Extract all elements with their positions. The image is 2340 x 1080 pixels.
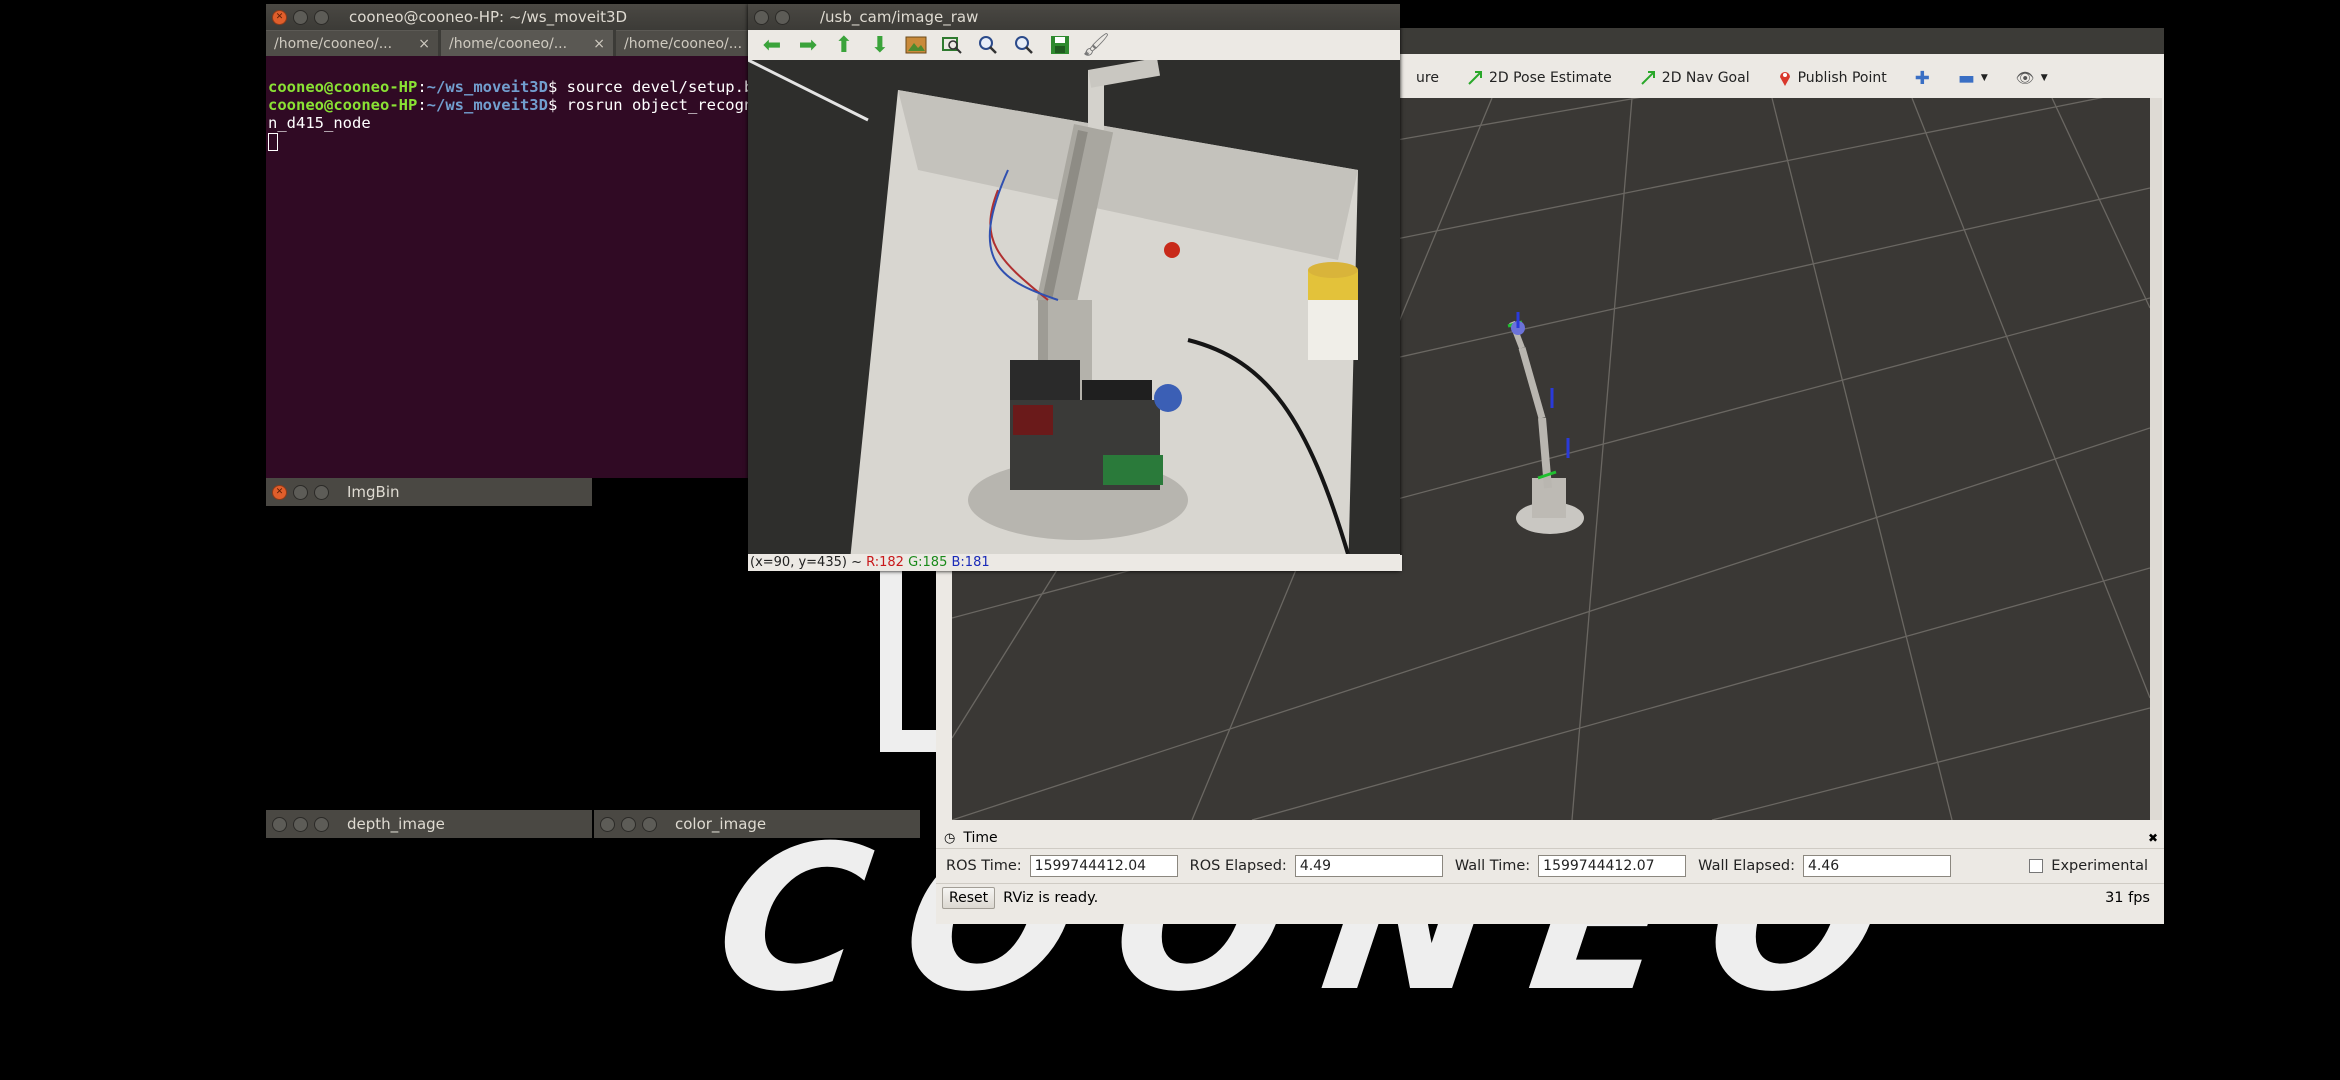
ros-time-label: ROS Time: (946, 858, 1022, 874)
rviz-status-bar: Reset RViz is ready. 31 fps (936, 883, 2164, 912)
depth-image-title: depth_image (347, 815, 445, 833)
zoom-out-icon[interactable] (1008, 32, 1040, 58)
terminal-title: cooneo@cooneo-HP: ~/ws_moveit3D (349, 8, 628, 26)
terminal-tab[interactable]: /home/cooneo/... × (441, 30, 613, 56)
terminal-cursor (268, 132, 278, 151)
close-icon[interactable] (600, 816, 615, 832)
ros-elapsed-field[interactable]: 4.49 (1294, 855, 1443, 877)
color-image-window-titlebar: color_image (594, 810, 920, 838)
rviz-view-menu-button[interactable]: 👁 ▼ (2016, 69, 2048, 87)
experimental-label: Experimental (2051, 858, 2148, 874)
rviz-side-splitter[interactable] (2150, 98, 2162, 820)
minimize-icon[interactable] (775, 9, 790, 25)
maximize-icon[interactable] (642, 816, 657, 832)
terminal-output[interactable]: cooneo@cooneo-HP:~/ws_moveit3D$ source d… (266, 56, 750, 155)
brush-icon[interactable]: 🖌 (1080, 32, 1112, 58)
plus-icon: ✚ (1914, 67, 1930, 89)
experimental-toggle[interactable]: Experimental (2029, 858, 2148, 874)
arrow-right-icon[interactable]: ➡ (792, 32, 824, 58)
close-icon[interactable]: ✖ (2148, 831, 2158, 845)
chevron-down-icon: ▼ (2040, 73, 2048, 83)
map-pin-icon (1779, 72, 1790, 86)
status-message: RViz is ready. (1003, 890, 1099, 906)
maximize-icon[interactable] (314, 816, 329, 832)
rviz-tool-label: 2D Pose Estimate (1488, 70, 1612, 86)
camera-image[interactable] (748, 60, 1400, 554)
terminal-window: ✕ cooneo@cooneo-HP: ~/ws_moveit3D /home/… (266, 4, 788, 478)
rviz-tool-2d-nav-goal[interactable]: 2D Nav Goal (1640, 70, 1750, 86)
maximize-icon[interactable] (314, 9, 329, 25)
robot-arm-model (1507, 312, 1584, 534)
pose-arrow-icon (1468, 71, 1482, 85)
rviz-tool-label: 2D Nav Goal (1661, 70, 1750, 86)
pixel-coords: (x=90, y=435) ~ (750, 555, 862, 570)
zoom-in-icon[interactable] (972, 32, 1004, 58)
ros-time-field[interactable]: 1599744412.04 (1029, 855, 1178, 877)
close-icon[interactable]: ✕ (272, 9, 287, 25)
rviz-tool-2d-pose-estimate[interactable]: 2D Pose Estimate (1467, 70, 1612, 86)
close-icon[interactable]: ✕ (272, 484, 287, 500)
ros-elapsed-label: ROS Elapsed: (1189, 858, 1287, 874)
minimize-icon[interactable] (293, 9, 308, 25)
wall-time-label: Wall Time: (1454, 858, 1531, 874)
arrow-down-icon[interactable]: ⬇ (864, 32, 896, 58)
rviz-tool-label: Publish Point (1797, 70, 1887, 86)
wall-elapsed-field[interactable]: 4.46 (1802, 855, 1951, 877)
imgbin-title: ImgBin (347, 483, 400, 501)
pixel-blue: B:181 (951, 555, 990, 570)
wall-elapsed-label: Wall Elapsed: (1698, 858, 1795, 874)
reset-button[interactable]: Reset (942, 887, 996, 909)
arrow-up-icon[interactable]: ⬆ (828, 32, 860, 58)
time-row: ROS Time: 1599744412.04 ROS Elapsed: 4.4… (936, 849, 2164, 883)
minimize-icon[interactable] (293, 816, 308, 832)
image-viewer-title: /usb_cam/image_raw (820, 8, 979, 26)
pixel-info-bar: (x=90, y=435) ~ R:182 G:185 B:181 (748, 555, 1402, 571)
experimental-checkbox[interactable] (2029, 859, 2044, 873)
clock-icon: ◷ (944, 830, 956, 846)
camera-frame (748, 60, 1400, 554)
color-image-title: color_image (675, 815, 767, 833)
close-icon[interactable] (272, 816, 287, 832)
pixel-green: G:185 (908, 555, 948, 570)
terminal-line: cooneo@cooneo-HP:~/ws_moveit3D$ source d… (268, 78, 750, 96)
image-viewer-titlebar: /usb_cam/image_raw (748, 4, 1400, 30)
terminal-tabs: /home/cooneo/... × /home/cooneo/... × /h… (266, 30, 788, 56)
time-panel-header: ◷ Time ✖ (936, 828, 2164, 849)
minimize-icon[interactable] (293, 484, 308, 500)
close-icon[interactable] (754, 9, 769, 25)
image-viewer-toolbar: ⬅ ➡ ⬆ ⬇ 🖌 (748, 30, 1400, 60)
imgbin-window-titlebar: ✕ ImgBin (266, 478, 592, 506)
depth-image-window-titlebar: depth_image (266, 810, 592, 838)
terminal-line: cooneo@cooneo-HP:~/ws_moveit3D$ rosrun o… (268, 96, 750, 114)
rviz-tool-label: ure (1416, 70, 1439, 86)
terminal-tab-label: /home/cooneo/... (449, 35, 568, 52)
close-icon[interactable]: × (418, 36, 430, 52)
save-icon[interactable] (1044, 32, 1076, 58)
time-panel: ◷ Time ✖ ROS Time: 1599744412.04 ROS Ela… (936, 828, 2164, 924)
close-icon[interactable]: × (593, 36, 605, 52)
rviz-tool-publish-point[interactable]: Publish Point (1778, 69, 1887, 87)
image-viewer-window: /usb_cam/image_raw ⬅ ➡ ⬆ ⬇ 🖌 (x=90, y=43… (748, 4, 1402, 571)
rviz-tool-interact[interactable]: ure (1416, 70, 1439, 86)
terminal-tab[interactable]: /home/cooneo/... × (266, 30, 438, 56)
time-panel-title: Time (963, 830, 998, 846)
minus-icon: ▬ (1957, 67, 1975, 89)
image-icon[interactable] (900, 32, 932, 58)
terminal-titlebar: ✕ cooneo@cooneo-HP: ~/ws_moveit3D (266, 4, 750, 30)
minimize-icon[interactable] (621, 816, 636, 832)
rviz-remove-tool-button[interactable]: ▬ ▼ (1958, 68, 1988, 89)
eye-icon: 👁 (2015, 69, 2035, 87)
terminal-tab-label: /home/cooneo/... (624, 35, 743, 52)
rviz-add-tool-button[interactable]: ✚ (1915, 68, 1930, 89)
maximize-icon[interactable] (314, 484, 329, 500)
wall-time-field[interactable]: 1599744412.07 (1538, 855, 1687, 877)
pixel-red: R:182 (866, 555, 904, 570)
nav-arrow-icon (1641, 71, 1655, 85)
arrow-left-icon[interactable]: ⬅ (756, 32, 788, 58)
chevron-down-icon: ▼ (1980, 73, 1988, 83)
zoom-fit-icon[interactable] (936, 32, 968, 58)
terminal-tab-label: /home/cooneo/... (274, 35, 393, 52)
terminal-line: n_d415_node (268, 114, 371, 132)
fps-readout: 31 fps (2105, 890, 2150, 906)
